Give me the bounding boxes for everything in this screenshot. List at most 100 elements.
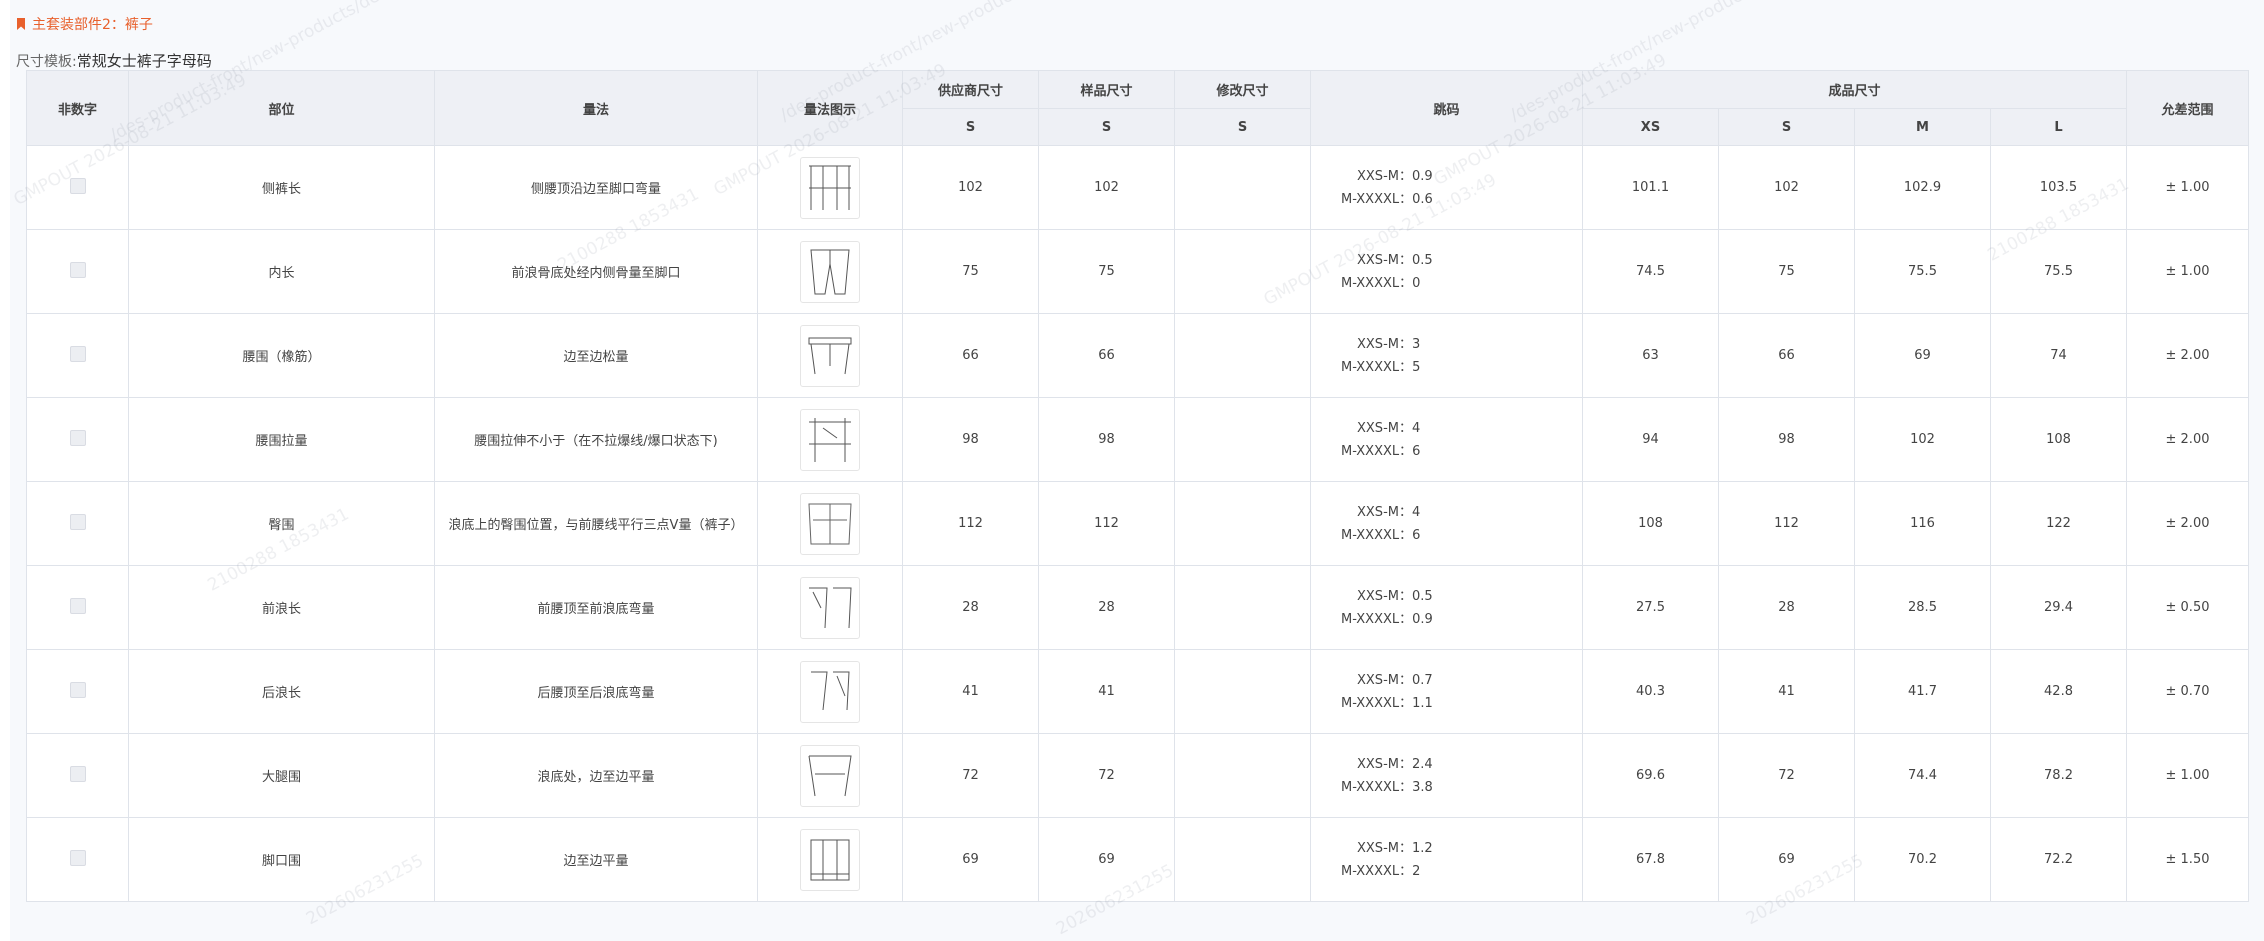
finished-l-cell: 75.5	[1989, 229, 2128, 314]
tolerance-cell: ± 2.00	[2126, 397, 2250, 482]
table-row: 内长 前浪骨底处经内侧骨量至脚口 75 75 XXS-M：0.5 M-XXXXL：0 74.…	[26, 229, 2250, 314]
nondigit-checkbox[interactable]	[69, 429, 86, 446]
finished-s-cell: 69	[1718, 817, 1855, 902]
modify-size-cell[interactable]	[1174, 313, 1311, 398]
bookmark-icon	[17, 18, 25, 30]
nondigit-checkbox[interactable]	[69, 513, 86, 530]
nondigit-checkbox[interactable]	[69, 345, 86, 362]
header-method: 量法	[434, 70, 758, 146]
table-row: 侧裤长 侧腰顶沿边至脚口弯量 102 102 XXS-M：0.9 M-XXXXL：0.6 1…	[26, 145, 2250, 230]
supplier-size-cell: 102	[902, 145, 1039, 230]
jump-code-line: M-XXXXL：0.9	[1341, 611, 1433, 627]
tolerance-cell: ± 0.50	[2126, 565, 2250, 650]
nondigit-checkbox[interactable]	[69, 681, 86, 698]
size-template: 尺寸模板:常规女士裤子字母码	[16, 50, 212, 71]
finished-xs-cell: 27.5	[1582, 565, 1719, 650]
modify-size-cell[interactable]	[1174, 565, 1311, 650]
finished-xs-cell: 108	[1582, 481, 1719, 566]
nondigit-checkbox[interactable]	[69, 597, 86, 614]
finished-l-cell: 72.2	[1989, 817, 2128, 902]
nondigit-checkbox[interactable]	[69, 177, 86, 194]
measurement-diagram-thumbnail[interactable]	[800, 744, 860, 807]
modify-size-cell[interactable]	[1174, 229, 1311, 314]
jump-code-line: XXS-M：0.5	[1357, 252, 1433, 268]
jump-code-cell: XXS-M：2.4 M-XXXXL：3.8	[1310, 733, 1583, 818]
jump-code-line: XXS-M：1.2	[1357, 840, 1433, 856]
header-tolerance: 允差范围	[2126, 70, 2250, 146]
jump-code-cell: XXS-M：3 M-XXXXL：5	[1310, 313, 1583, 398]
diagram-cell	[757, 481, 903, 566]
finished-m-cell: 74.4	[1854, 733, 1991, 818]
modify-size-cell[interactable]	[1174, 649, 1311, 734]
jump-code-cell: XXS-M：0.7 M-XXXXL：1.1	[1310, 649, 1583, 734]
nondigit-cell	[26, 229, 129, 314]
finished-m-cell: 28.5	[1854, 565, 1991, 650]
supplier-size-cell: 112	[902, 481, 1039, 566]
part-cell: 后浪长	[128, 649, 435, 734]
modify-size-cell[interactable]	[1174, 397, 1311, 482]
tolerance-cell: ± 1.00	[2126, 733, 2250, 818]
table-row: 大腿围 浪底处，边至边平量 72 72 XXS-M：2.4 M-XXXXL：3.8 69.6…	[26, 733, 2250, 818]
sample-size-cell: 69	[1038, 817, 1175, 902]
jump-code-line: XXS-M：0.7	[1357, 672, 1433, 688]
nondigit-cell	[26, 145, 129, 230]
diagram-cell	[757, 229, 903, 314]
sample-size-cell: 112	[1038, 481, 1175, 566]
finished-l-cell: 122	[1989, 481, 2128, 566]
nondigit-checkbox[interactable]	[69, 849, 86, 866]
method-cell: 前腰顶至前浪底弯量	[434, 565, 758, 650]
measurement-diagram-thumbnail[interactable]	[800, 324, 860, 387]
supplier-size-cell: 98	[902, 397, 1039, 482]
measurement-diagram-thumbnail[interactable]	[800, 576, 860, 639]
supplier-size-cell: 69	[902, 817, 1039, 902]
modify-size-cell[interactable]	[1174, 145, 1311, 230]
measurement-diagram-thumbnail[interactable]	[800, 408, 860, 471]
diagram-cell	[757, 313, 903, 398]
measurement-diagram-thumbnail[interactable]	[800, 660, 860, 723]
jump-code-line: M-XXXXL：1.1	[1341, 695, 1433, 711]
finished-xs-cell: 74.5	[1582, 229, 1719, 314]
finished-s-cell: 72	[1718, 733, 1855, 818]
part-cell: 腰围拉量	[128, 397, 435, 482]
table-row: 臀围 浪底上的臀围位置，与前腰线平行三点V量（裤子） 112 112 XXS-M：4 M-…	[26, 481, 2250, 566]
sample-size-cell: 72	[1038, 733, 1175, 818]
finished-xs-cell: 101.1	[1582, 145, 1719, 230]
method-cell: 浪底处，边至边平量	[434, 733, 758, 818]
modify-size-cell[interactable]	[1174, 733, 1311, 818]
jump-code-line: XXS-M：0.5	[1357, 588, 1433, 604]
jump-code-line: XXS-M：0.9	[1357, 168, 1433, 184]
finished-l-cell: 42.8	[1989, 649, 2128, 734]
nondigit-checkbox[interactable]	[69, 261, 86, 278]
nondigit-checkbox[interactable]	[69, 765, 86, 782]
jump-code-cell: XXS-M：0.9 M-XXXXL：0.6	[1310, 145, 1583, 230]
jump-code-line: M-XXXXL：6	[1341, 443, 1421, 459]
finished-s-cell: 41	[1718, 649, 1855, 734]
table-row: 后浪长 后腰顶至后浪底弯量 41 41 XXS-M：0.7 M-XXXXL：1.1 40.3…	[26, 649, 2250, 734]
tolerance-cell: ± 0.70	[2126, 649, 2250, 734]
modify-size-cell[interactable]	[1174, 817, 1311, 902]
modify-size-cell[interactable]	[1174, 481, 1311, 566]
measurement-diagram-thumbnail[interactable]	[800, 828, 860, 891]
finished-l-cell: 78.2	[1989, 733, 2128, 818]
measurement-diagram-thumbnail[interactable]	[800, 156, 860, 219]
measurement-diagram-thumbnail[interactable]	[800, 492, 860, 555]
sample-size-cell: 41	[1038, 649, 1175, 734]
jump-code-cell: XXS-M：4 M-XXXXL：6	[1310, 481, 1583, 566]
tolerance-cell: ± 1.50	[2126, 817, 2250, 902]
diagram-cell	[757, 565, 903, 650]
table-row: 前浪长 前腰顶至前浪底弯量 28 28 XXS-M：0.5 M-XXXXL：0.9 27.5…	[26, 565, 2250, 650]
finished-m-cell: 102	[1854, 397, 1991, 482]
sample-size-cell: 102	[1038, 145, 1175, 230]
header-sample-size: S	[1038, 108, 1175, 146]
measurement-diagram-thumbnail[interactable]	[800, 240, 860, 303]
header-nondigit: 非数字	[26, 70, 129, 146]
tolerance-cell: ± 1.00	[2126, 229, 2250, 314]
nondigit-cell	[26, 397, 129, 482]
part-cell: 内长	[128, 229, 435, 314]
part-cell: 前浪长	[128, 565, 435, 650]
header-modify-size: S	[1174, 108, 1311, 146]
header-sample: 样品尺寸	[1038, 70, 1175, 109]
part-cell: 大腿围	[128, 733, 435, 818]
header-supplier-size: S	[902, 108, 1039, 146]
sample-size-cell: 75	[1038, 229, 1175, 314]
